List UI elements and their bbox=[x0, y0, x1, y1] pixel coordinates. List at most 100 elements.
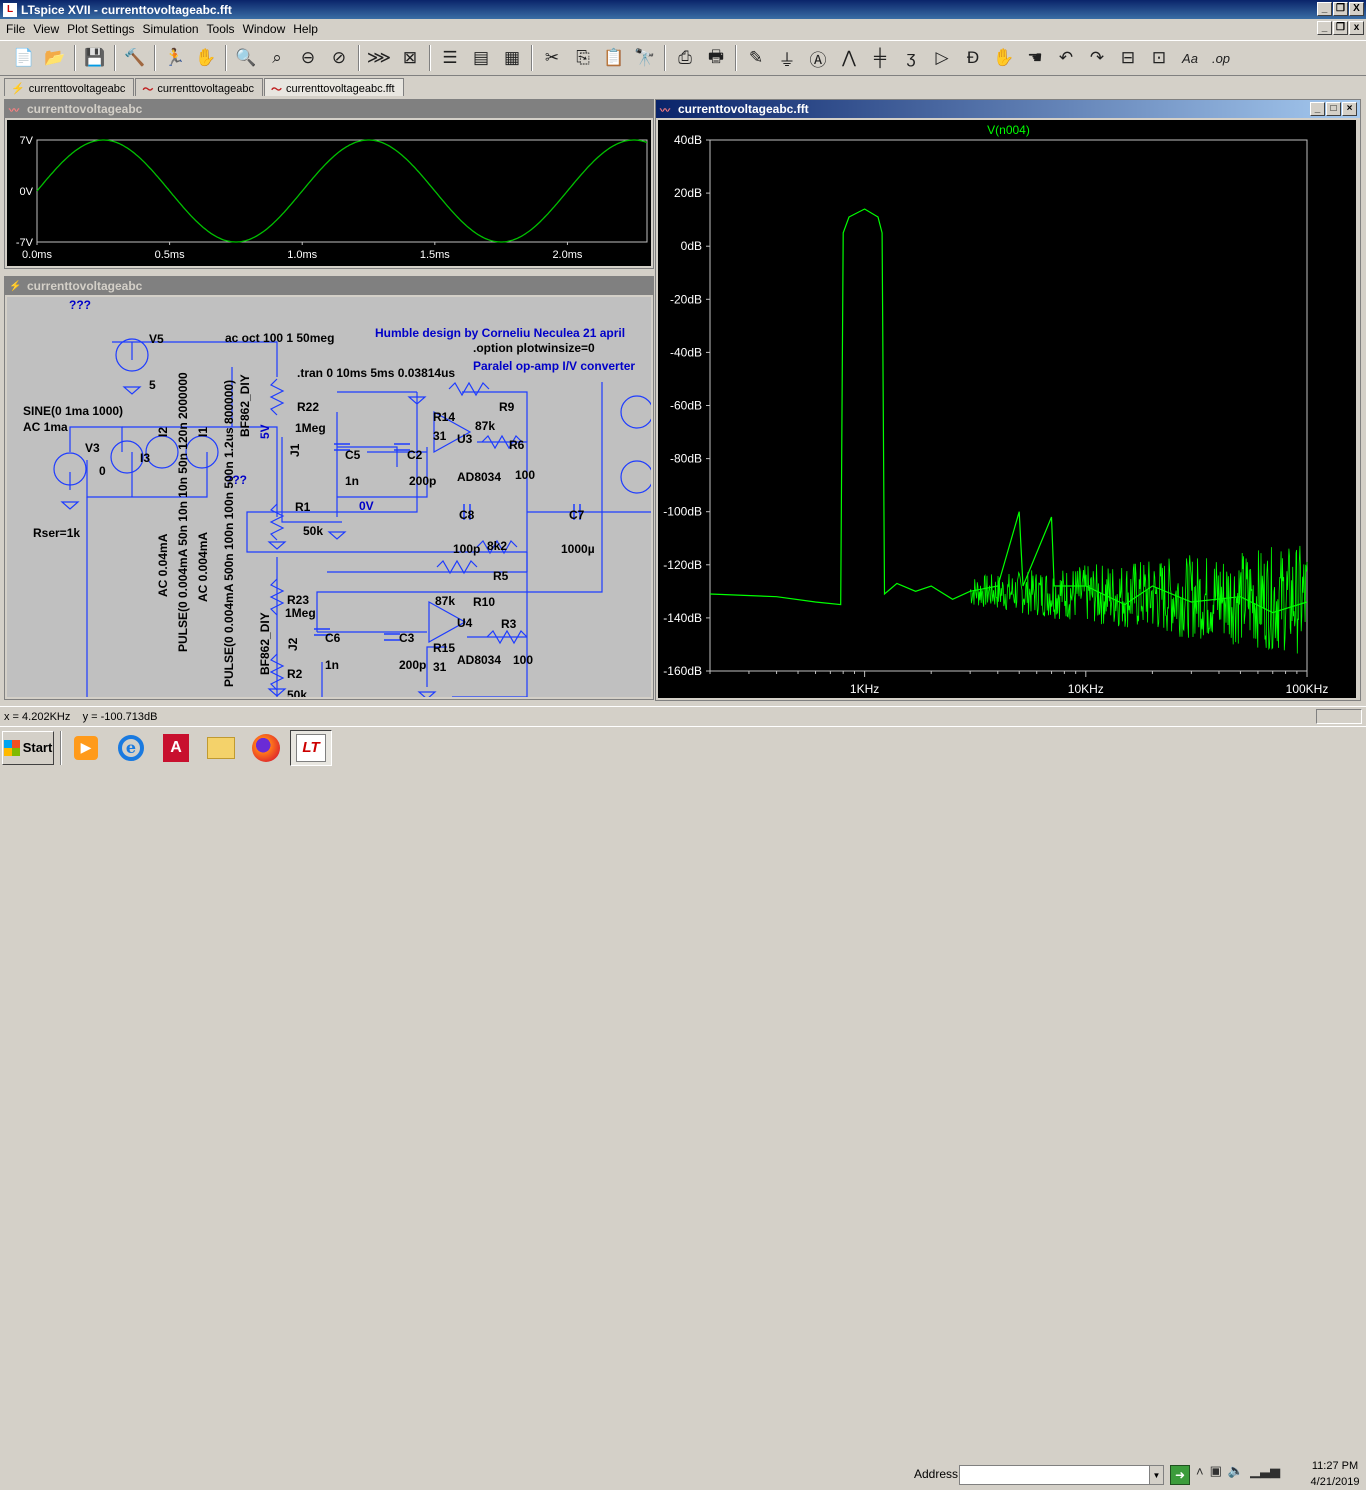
schematic-label[interactable]: 5V bbox=[258, 424, 272, 439]
halt-icon[interactable]: ✋ bbox=[192, 44, 220, 72]
schematic-label[interactable]: I2 bbox=[156, 427, 170, 437]
fft-maximize-button[interactable]: □ bbox=[1326, 102, 1341, 116]
voltage-source-icon[interactable] bbox=[620, 460, 651, 494]
chevron-down-icon[interactable]: ▼ bbox=[1149, 1466, 1163, 1484]
tab-3[interactable]: 〜 currenttovoltageabc.fft bbox=[263, 78, 404, 96]
zoom-in-icon[interactable]: 🔍 bbox=[232, 44, 260, 72]
schematic-label[interactable]: R15 bbox=[433, 641, 455, 655]
schematic-label[interactable]: 1n bbox=[345, 474, 359, 488]
schematic-label[interactable]: PULSE(0 0.004mA 500n 100n 100n 500n 1.2u… bbox=[222, 380, 236, 687]
schematic-label[interactable]: I3 bbox=[140, 451, 150, 465]
file-explorer-icon[interactable] bbox=[200, 730, 242, 766]
run-icon[interactable]: 🏃 bbox=[161, 44, 189, 72]
spice-directive-icon[interactable]: .op bbox=[1207, 44, 1235, 72]
menu-view[interactable]: View bbox=[31, 22, 65, 36]
fft-plot[interactable]: V(n004) 40dB 20dB 0dB -20dB -40dB -60dB -80dB -1… bbox=[658, 120, 1356, 698]
schematic-label[interactable]: 8k2 bbox=[487, 539, 507, 553]
schematic-label[interactable]: .tran 0 10ms 5ms 0.03814us bbox=[297, 366, 455, 380]
schematic-label[interactable]: PULSE(0 0.004mA 50n 10n 10n 50n 120n 200… bbox=[176, 372, 190, 652]
schematic-label[interactable]: J1 bbox=[288, 443, 302, 457]
paste-icon[interactable]: 📋 bbox=[600, 44, 628, 72]
component-icon[interactable]: Ð bbox=[959, 44, 987, 72]
schematic-label[interactable]: 200p bbox=[399, 658, 426, 672]
rotate-icon[interactable]: ⊟ bbox=[1114, 44, 1142, 72]
clock[interactable]: 11:27 PM 4/21/2019 bbox=[1310, 1458, 1360, 1490]
schematic-label[interactable]: U4 bbox=[457, 616, 473, 630]
schematic-label[interactable]: SINE(0 1ma 1000) bbox=[23, 404, 123, 418]
doc-restore-button[interactable]: ❐ bbox=[1333, 21, 1348, 35]
move-icon[interactable]: ✋ bbox=[990, 44, 1018, 72]
schematic-label[interactable]: 50k bbox=[303, 524, 323, 538]
menu-tools[interactable]: Tools bbox=[205, 22, 241, 36]
fft-close-button[interactable]: × bbox=[1342, 102, 1357, 116]
schematic-label[interactable]: C5 bbox=[345, 448, 361, 462]
tab-2[interactable]: 〜 currenttovoltageabc bbox=[135, 78, 263, 96]
minimize-button[interactable]: _ bbox=[1317, 2, 1332, 16]
schematic-label[interactable]: 87k bbox=[475, 419, 495, 433]
trace-legend[interactable]: V(n004) bbox=[987, 123, 1030, 137]
schematic-label[interactable]: U3 bbox=[457, 432, 473, 446]
zoom-out-icon[interactable]: ⊖ bbox=[294, 44, 322, 72]
print-icon[interactable]: 🖶 bbox=[702, 44, 730, 72]
schematic-label[interactable]: 87k bbox=[435, 594, 455, 608]
text-icon[interactable]: Aa bbox=[1176, 44, 1204, 72]
schematic-label[interactable]: R1 bbox=[295, 500, 311, 514]
voltage-source-icon[interactable] bbox=[620, 395, 651, 429]
copy-icon[interactable]: ⎘ bbox=[569, 44, 597, 72]
media-player-icon[interactable]: ▶ bbox=[65, 730, 107, 766]
capacitor-icon[interactable]: ╪ bbox=[866, 44, 894, 72]
schematic-label[interactable]: Paralel op-amp I/V converter bbox=[473, 359, 635, 373]
control-panel-icon[interactable]: 🔨 bbox=[121, 44, 149, 72]
schematic-label[interactable]: 31 bbox=[433, 660, 447, 674]
draw-wire-icon[interactable]: ✎ bbox=[742, 44, 770, 72]
schematic-label[interactable]: R22 bbox=[297, 400, 319, 414]
schematic-label[interactable]: .option plotwinsize=0 bbox=[473, 341, 595, 355]
menu-help[interactable]: Help bbox=[291, 22, 324, 36]
new-schematic-icon[interactable]: 📄 bbox=[10, 44, 38, 72]
inductor-icon[interactable]: ʒ bbox=[897, 44, 925, 72]
address-input[interactable]: ▼ bbox=[959, 1465, 1164, 1485]
schematic-label[interactable]: R3 bbox=[501, 617, 517, 631]
schematic-label[interactable]: C2 bbox=[407, 448, 423, 462]
schematic-label[interactable]: 100 bbox=[513, 653, 533, 667]
schematic-label[interactable]: ac oct 100 1 50meg bbox=[225, 331, 334, 345]
schematic-label[interactable]: R9 bbox=[499, 400, 515, 414]
schematic-label[interactable]: V5 bbox=[149, 332, 164, 346]
schematic-label[interactable]: 100 bbox=[515, 468, 535, 482]
schematic-label[interactable]: I1 bbox=[196, 427, 210, 437]
schematic-label[interactable]: R6 bbox=[509, 438, 525, 452]
waveform-window-titlebar[interactable]: 〰 currenttovoltageabc bbox=[5, 100, 653, 118]
schematic-label[interactable]: AC 1ma bbox=[23, 420, 68, 434]
schematic-label[interactable]: R2 bbox=[287, 667, 303, 681]
redo-icon[interactable]: ↷ bbox=[1083, 44, 1111, 72]
schematic-label[interactable]: 50k bbox=[287, 688, 307, 697]
start-button[interactable]: Start bbox=[2, 730, 54, 765]
tab-1[interactable]: ⚡ currenttovoltageabc bbox=[4, 78, 135, 96]
schematic-label[interactable]: R23 bbox=[287, 593, 309, 607]
schematic-label[interactable]: 31 bbox=[433, 429, 447, 443]
resistor-icon[interactable] bbox=[269, 378, 285, 416]
ltspice-taskbar-icon[interactable]: LT bbox=[290, 729, 332, 766]
schematic-label[interactable]: C3 bbox=[399, 631, 415, 645]
schematic-label[interactable]: BF862_DIY bbox=[238, 374, 252, 437]
schematic-label[interactable]: 100p bbox=[453, 542, 480, 556]
schematic-label[interactable]: 200p bbox=[409, 474, 436, 488]
save-icon[interactable]: 💾 bbox=[81, 44, 109, 72]
firefox-icon[interactable] bbox=[245, 730, 287, 766]
autorange-icon[interactable]: ⋙ bbox=[365, 44, 393, 72]
schematic-label[interactable]: V3 bbox=[85, 441, 100, 455]
fft-window[interactable]: 〰 currenttovoltageabc.fft _ □ × V(n004) 4… bbox=[655, 99, 1361, 701]
menu-simulation[interactable]: Simulation bbox=[141, 22, 205, 36]
zoom-pan-icon[interactable]: ⌕ bbox=[263, 44, 291, 72]
doc-minimize-button[interactable]: _ bbox=[1317, 21, 1332, 35]
doc-close-button[interactable]: x bbox=[1349, 21, 1364, 35]
resistor-icon[interactable] bbox=[448, 381, 490, 397]
schematic-label[interactable]: ??? bbox=[69, 298, 91, 312]
schematic-label[interactable]: 1000µ bbox=[561, 542, 595, 556]
schematic-label[interactable]: Rser=1k bbox=[33, 526, 80, 540]
restore-button[interactable]: ❐ bbox=[1333, 2, 1348, 16]
current-source-icon[interactable] bbox=[145, 435, 179, 469]
go-arrow-icon[interactable]: ➜ bbox=[1170, 1465, 1190, 1485]
schematic-label[interactable]: C8 bbox=[459, 508, 475, 522]
print-setup-icon[interactable]: ⎙ bbox=[671, 44, 699, 72]
